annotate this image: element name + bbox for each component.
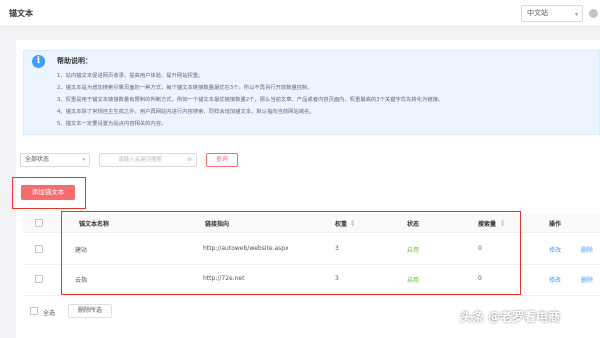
info-icon: i [32, 55, 45, 68]
query-button[interactable]: 查询 [206, 153, 238, 167]
notice-line: 4、锚文本除了常规自主生成之外，用户再网站内进行内容搜索，同样会增加锚文本，默认… [57, 109, 315, 115]
notice-line: 2、锚文本是为增加搜索引擎页面的一种方式，每个锚文本链接数量最优在3个，所以不再… [57, 85, 313, 91]
table-highlight-frame [61, 211, 521, 295]
delete-link[interactable]: 删除 [581, 275, 593, 284]
column-header-actions: 操作 [549, 221, 562, 228]
chevron-down-icon: ▾ [574, 11, 578, 18]
status-filter-select[interactable]: 全部状态 ▾ [20, 153, 90, 167]
row-checkbox[interactable] [35, 275, 43, 283]
status-filter-value: 全部状态 [25, 156, 50, 163]
header-checkbox[interactable] [35, 219, 43, 227]
top-bar: 锚文本 中文站 ▾ [0, 0, 600, 27]
edit-link[interactable]: 修改 [549, 245, 561, 254]
site-select-value: 中文站 [527, 9, 548, 17]
notice-line: 5、锚文本一定要设置为站点内容相关的内容。 [57, 121, 167, 127]
notice-line: 1、站内锚文本促进网页收录、提高用户体验、提升网站权重。 [57, 73, 204, 79]
chevron-down-icon: ▾ [82, 157, 85, 163]
notice-title: 帮助说明： [57, 57, 92, 65]
page-title: 锚文本 [9, 9, 33, 18]
notice-line: 3、权重是用于锚文本链接数量有限制的判断方式，例如一个锚文本最优链接数量2个，那… [57, 97, 444, 103]
add-anchor-text-button[interactable]: 添加锚文本 [21, 185, 75, 200]
site-language-select[interactable]: 中文站 ▾ [521, 5, 583, 22]
select-all-checkbox[interactable] [30, 307, 38, 315]
keyword-search-input[interactable] [99, 153, 197, 167]
batch-delete-button[interactable]: 删除所选 [68, 304, 112, 318]
watermark-text: 头条 @老罗看电商 [460, 310, 561, 324]
clear-icon[interactable]: ⊗ [187, 156, 192, 163]
row-checkbox[interactable] [35, 245, 43, 253]
edit-link[interactable]: 修改 [549, 275, 561, 284]
help-icon[interactable] [589, 9, 598, 18]
select-all-label: 全选 [43, 310, 56, 317]
delete-link[interactable]: 删除 [581, 245, 593, 254]
